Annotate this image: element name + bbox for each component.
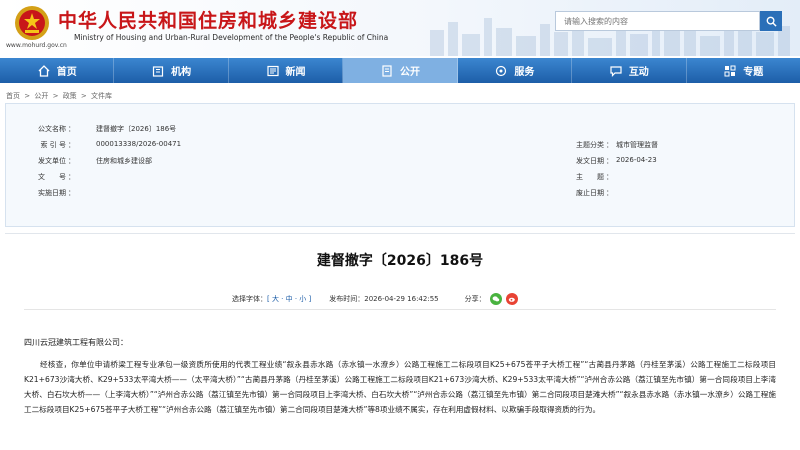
- meta-row-issuer: 发文单位 ： 住房和城乡建设部 发文日期 ： 2026-04-23: [6, 156, 796, 170]
- breadcrumb-separator: >: [80, 92, 87, 100]
- search-input[interactable]: [555, 11, 760, 31]
- building-icon: [153, 65, 164, 77]
- breadcrumb-policy[interactable]: 政策: [63, 92, 77, 100]
- nav-item-news[interactable]: 新闻: [229, 58, 344, 83]
- wechat-icon: [492, 296, 499, 302]
- meta-value: 建督撤字〔2026〕186号: [96, 125, 177, 133]
- search-icon: [766, 16, 777, 27]
- weibo-icon: [508, 297, 515, 302]
- site-title: 中华人民共和国住房和城乡建设部: [58, 10, 359, 32]
- meta-row-number: 文 号 ： 主 题 ：: [6, 172, 796, 186]
- meta-label: 发文日期: [576, 157, 604, 165]
- article-body: 经核查，你单位申请桥梁工程专业承包一级资质所使用的代表工程业绩“叙永县赤水路（赤…: [24, 360, 776, 414]
- breadcrumb-public[interactable]: 公开: [34, 92, 48, 100]
- nav-item-services[interactable]: 服务: [458, 58, 573, 83]
- topic-icon: [724, 65, 736, 76]
- nav-item-interaction[interactable]: 互动: [572, 58, 687, 83]
- home-icon: [38, 64, 50, 77]
- meta-value: 住房和城乡建设部: [96, 157, 152, 165]
- nav-label: 互动: [628, 67, 649, 78]
- meta-label: 索 引 号: [40, 141, 66, 149]
- article-border: [5, 233, 795, 234]
- meta-row-name: 公文名称 ： 建督撤字〔2026〕186号: [6, 124, 796, 138]
- meta-row-effective: 实施日期 ： 废止日期 ：: [6, 188, 796, 202]
- site-header: 中华人民共和国住房和城乡建设部 Ministry of Housing and …: [0, 0, 800, 56]
- meta-label: 公文名称: [38, 125, 66, 133]
- publish-time: 2026-04-29 16:42:55: [364, 295, 439, 303]
- breadcrumb-home[interactable]: 首页: [6, 92, 20, 100]
- site-url: www.mohurd.gov.cn: [6, 42, 67, 49]
- meta-value: 000013338/2026-00471: [96, 140, 182, 148]
- nav-item-home[interactable]: 首页: [0, 58, 115, 83]
- article-title: 建督撤字〔2026〕186号: [316, 253, 484, 269]
- font-size-label: 选择字体：: [232, 295, 267, 303]
- meta-label: 实施日期: [38, 189, 66, 197]
- publish-time-label: 发布时间：: [329, 295, 365, 303]
- meta-label: 主题分类: [576, 141, 604, 149]
- meta-label: 主 题: [576, 173, 604, 181]
- share-label: 分享：: [464, 295, 486, 303]
- breadcrumb-separator: >: [52, 92, 59, 100]
- news-icon: [266, 65, 279, 76]
- document-metadata: 公文名称 ： 建督撤字〔2026〕186号 索 引 号 ： 000013338/…: [5, 103, 795, 227]
- nav-item-topics[interactable]: 专题: [687, 58, 800, 83]
- font-size-selector[interactable]: [ 大 · 中 · 小 ]: [267, 294, 311, 304]
- nav-label: 专题: [743, 67, 764, 78]
- nav-label: 公开: [399, 67, 420, 78]
- divider: [24, 309, 776, 310]
- site-subtitle: Ministry of Housing and Urban-Rural Deve…: [74, 33, 389, 42]
- breadcrumb-separator: >: [24, 92, 31, 100]
- nav-label: 机构: [171, 67, 192, 78]
- service-icon: [496, 65, 507, 76]
- chat-icon: [610, 65, 622, 77]
- wechat-share-icon[interactable]: [489, 293, 502, 305]
- meta-row-serial: 索 引 号 ： 000013338/2026-00471 主题分类 ： 城市管理…: [6, 140, 796, 154]
- breadcrumb: 首页 > 公开 > 政策 > 文件库: [6, 91, 114, 101]
- meta-label: 废止日期: [576, 189, 604, 197]
- letter-salutation: 四川云冠建筑工程有限公司：: [24, 338, 128, 347]
- meta-label: 发文单位: [38, 157, 66, 165]
- article-toolbar: 选择字体： [ 大 · 中 · 小 ] 发布时间： 2026-04-29 16:…: [232, 293, 518, 305]
- meta-label: 文 号: [38, 173, 66, 181]
- search-button[interactable]: [760, 11, 782, 31]
- nav-item-institutions[interactable]: 机构: [114, 58, 229, 83]
- breadcrumb-library[interactable]: 文件库: [91, 92, 112, 100]
- main-nav: 首页 机构 新闻 公开 服务 互动 专题: [0, 58, 800, 83]
- document-icon: [382, 64, 392, 77]
- nav-label: 新闻: [285, 67, 306, 78]
- nav-item-public[interactable]: 公开: [343, 58, 458, 83]
- nav-label: 首页: [56, 67, 77, 78]
- weibo-share-icon[interactable]: [505, 293, 518, 305]
- meta-value: 2026-04-23: [616, 156, 657, 164]
- national-emblem-icon: [15, 6, 49, 40]
- nav-label: 服务: [514, 67, 535, 78]
- meta-value: 城市管理监督: [616, 141, 658, 149]
